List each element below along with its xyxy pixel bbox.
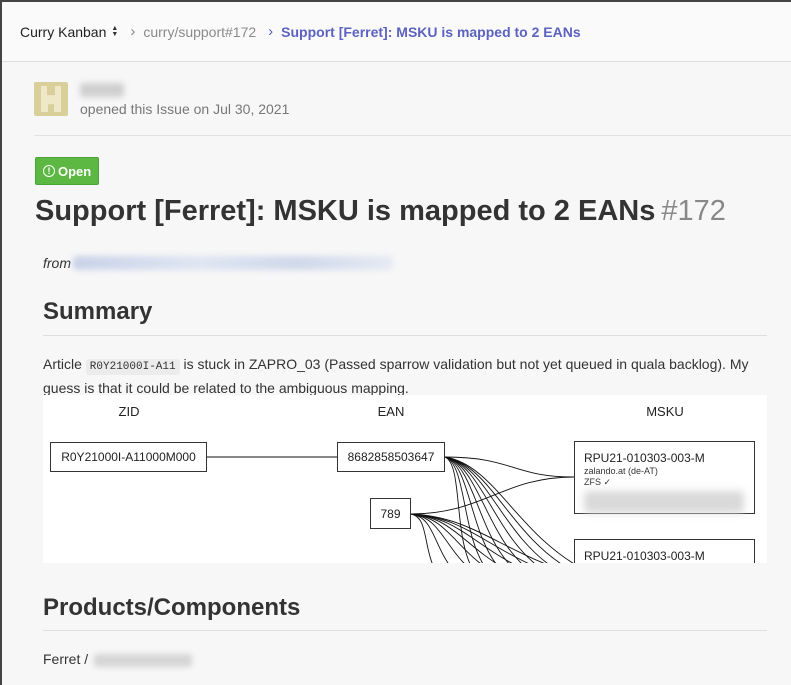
issue-title-text: Support [Ferret]: MSKU is mapped to 2 EA… bbox=[35, 195, 656, 227]
avatar[interactable] bbox=[34, 82, 68, 116]
breadcrumb-issue-ref[interactable]: curry/support#172 bbox=[143, 24, 256, 40]
ean-node: 789 bbox=[370, 498, 411, 529]
alert-circle-icon: ! bbox=[43, 165, 55, 177]
column-header-msku: MSKU bbox=[646, 404, 684, 419]
summary-heading: Summary bbox=[43, 298, 153, 325]
ean-msku-edge bbox=[444, 456, 510, 563]
chevron-right-icon: › bbox=[130, 23, 136, 40]
issue-page: Curry Kanban ▲ ▼ › curry/support#172 › Su… bbox=[0, 0, 791, 685]
zid-node: R0Y21000I-A11000M000 bbox=[50, 442, 207, 472]
column-header-zid: ZID bbox=[118, 404, 140, 419]
status-badge: ! Open bbox=[35, 157, 100, 185]
ean-msku-edge bbox=[410, 513, 433, 563]
from-label: from bbox=[43, 255, 71, 271]
msku-market: zalando.at (de-AT) bbox=[584, 466, 658, 476]
msku-node: RPU21-010303-003-M zalando.at (de-AT) ZF… bbox=[574, 441, 755, 514]
summary-text-start: Article bbox=[43, 356, 86, 372]
mapping-diagram: ZID EAN MSKU R0Y21000I-A11000M000 868285… bbox=[43, 395, 767, 563]
products-value: Ferret / bbox=[43, 651, 193, 667]
article-code: R0Y21000I-A11 bbox=[85, 359, 180, 375]
issue-number: #172 bbox=[661, 195, 726, 227]
msku-tag: ZFS ✓ bbox=[584, 477, 612, 487]
msku-details-redacted bbox=[584, 491, 744, 513]
column-header-ean: EAN bbox=[377, 404, 405, 419]
msku-node: RPU21-010303-003-M bbox=[574, 539, 755, 563]
chevron-right-icon: › bbox=[268, 23, 274, 40]
products-redacted bbox=[94, 653, 193, 667]
summary-text: Article R0Y21000I-A11 is stuck in ZAPRO_… bbox=[43, 354, 773, 399]
divider bbox=[43, 630, 767, 631]
chevron-updown-icon: ▲ ▼ bbox=[111, 24, 119, 38]
page-title: Support [Ferret]: MSKU is mapped to 2 EA… bbox=[35, 195, 726, 228]
ean-msku-edge bbox=[410, 513, 465, 563]
ean-msku-edge bbox=[444, 456, 522, 563]
ean-msku-edge bbox=[444, 456, 575, 478]
project-name: Curry Kanban bbox=[20, 23, 107, 40]
divider bbox=[34, 135, 791, 136]
project-switcher[interactable]: Curry Kanban ▲ ▼ bbox=[20, 24, 118, 40]
ean-msku-edge bbox=[444, 456, 497, 563]
status-label: Open bbox=[58, 163, 92, 179]
author-row: opened this Issue on Jul 30, 2021 bbox=[34, 82, 289, 117]
from-link-redacted[interactable] bbox=[73, 256, 393, 270]
products-text: Ferret / bbox=[43, 651, 89, 667]
ean-msku-edge bbox=[410, 513, 529, 563]
breadcrumb-current: Support [Ferret]: MSKU is mapped to 2 EA… bbox=[281, 23, 581, 40]
from-line: from bbox=[43, 255, 393, 271]
ean-node: 8682858503647 bbox=[337, 442, 445, 472]
divider bbox=[43, 335, 767, 336]
msku-title: RPU21-010303-003-M bbox=[584, 549, 705, 563]
breadcrumb: Curry Kanban ▲ ▼ › curry/support#172 › Su… bbox=[2, 2, 791, 62]
opened-date: opened this Issue on Jul 30, 2021 bbox=[80, 101, 290, 117]
msku-title: RPU21-010303-003-M bbox=[584, 451, 705, 465]
ean-msku-edge bbox=[410, 513, 481, 563]
products-heading: Products/Components bbox=[43, 594, 301, 621]
author-name-redacted[interactable] bbox=[80, 83, 124, 97]
